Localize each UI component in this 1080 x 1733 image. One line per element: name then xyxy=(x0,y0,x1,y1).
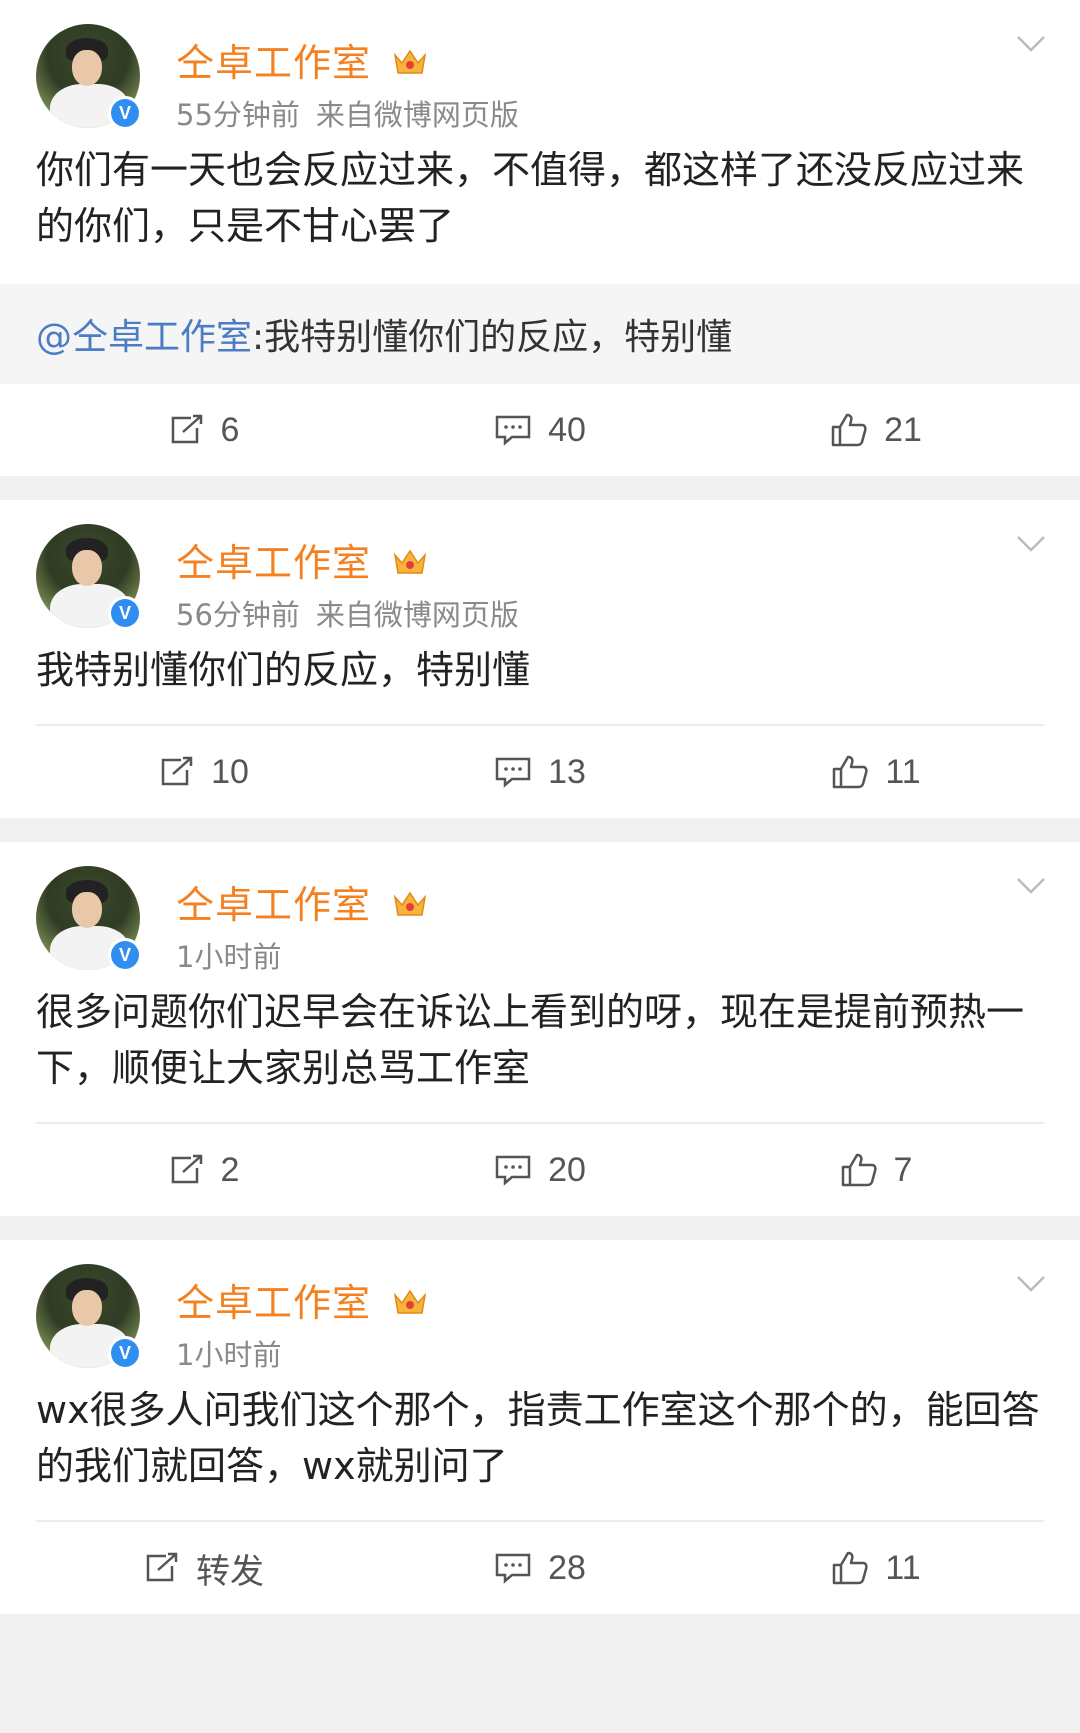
post-header: V 仝卓工作室 1小时前 xyxy=(0,1264,1080,1374)
author-name[interactable]: 仝卓工作室 xyxy=(176,532,428,587)
repost-icon xyxy=(171,1154,202,1184)
action-bar: 10 13 11 xyxy=(36,724,1044,818)
post-card: V 仝卓工作室 56分钟前 来自微博网页版 我特别懂你们的反应，特别懂 10 13 xyxy=(0,500,1080,818)
crown-icon xyxy=(393,891,427,916)
like-button[interactable]: 11 xyxy=(708,753,1044,792)
comment-icon xyxy=(495,415,531,446)
repost-button[interactable]: 6 xyxy=(36,411,372,450)
repost-button[interactable]: 转发 xyxy=(36,1544,372,1593)
action-bar: 2 20 7 xyxy=(36,1122,1044,1216)
verified-badge-icon: V xyxy=(108,938,142,972)
post-header: V 仝卓工作室 55分钟前 来自微博网页版 xyxy=(0,24,1080,134)
post-text: 我特别懂你们的反应，特别懂 xyxy=(36,648,531,692)
post-header: V 仝卓工作室 1小时前 xyxy=(0,866,1080,976)
post-meta: 1小时前 xyxy=(176,1332,281,1374)
post-card: V 仝卓工作室 55分钟前 来自微博网页版 你们有一天也会反应过来，不值得，都这样… xyxy=(0,0,1080,476)
chevron-down-icon[interactable] xyxy=(1016,876,1046,896)
post-time: 1小时前 xyxy=(176,1338,282,1372)
post-time: 55分钟前 xyxy=(176,98,300,132)
post-text: 很多问题你们迟早会在诉讼上看到的呀，现在是提前预热一下，顺便让大家别总骂工作室 xyxy=(36,990,1025,1090)
mention-link[interactable]: @仝卓工作室 xyxy=(36,317,252,358)
post-meta: 56分钟前 来自微博网页版 xyxy=(176,592,519,634)
action-bar: 6 40 21 xyxy=(36,384,1044,476)
post-time: 56分钟前 xyxy=(176,598,300,632)
crown-icon xyxy=(393,549,427,574)
comment-button[interactable]: 40 xyxy=(372,411,708,450)
thumbs-up-icon xyxy=(833,755,868,789)
author-name[interactable]: 仝卓工作室 xyxy=(176,874,428,929)
repost-icon xyxy=(161,756,193,786)
like-button[interactable]: 11 xyxy=(708,1549,1044,1588)
post-meta: 55分钟前 来自微博网页版 xyxy=(176,92,519,134)
thumbs-up-icon xyxy=(841,1153,877,1187)
verified-badge-icon: V xyxy=(108,596,142,630)
chevron-down-icon[interactable] xyxy=(1016,1274,1046,1294)
chevron-down-icon[interactable] xyxy=(1016,534,1046,554)
author-name[interactable]: 仝卓工作室 xyxy=(176,1272,428,1327)
thumbs-up-icon xyxy=(833,1551,868,1585)
repost-icon xyxy=(146,1552,178,1582)
quoted-text: :我特别懂你们的反应，特别懂 xyxy=(252,317,733,358)
chevron-down-icon[interactable] xyxy=(1016,34,1046,54)
verified-badge-icon: V xyxy=(108,96,142,130)
post-card: V 仝卓工作室 1小时前 很多问题你们迟早会在诉讼上看到的呀，现在是提前预热一下… xyxy=(0,842,1080,1216)
action-bar: 转发 28 11 xyxy=(36,1520,1044,1614)
post-header: V 仝卓工作室 56分钟前 来自微博网页版 xyxy=(0,524,1080,634)
thumbs-up-icon xyxy=(831,413,867,447)
comment-button[interactable]: 13 xyxy=(372,753,708,792)
feed: V 仝卓工作室 55分钟前 来自微博网页版 你们有一天也会反应过来，不值得，都这样… xyxy=(0,0,1080,1614)
comment-icon xyxy=(495,757,531,788)
post-meta: 1小时前 xyxy=(176,934,281,976)
post-text: wx很多人问我们这个那个，指责工作室这个那个的，能回答的我们就回答，wx就别问了 xyxy=(36,1388,1040,1488)
comment-button[interactable]: 20 xyxy=(372,1151,708,1190)
verified-badge-icon: V xyxy=(108,1336,142,1370)
post-text: 你们有一天也会反应过来，不值得，都这样了还没反应过来的你们，只是不甘心罢了 xyxy=(36,148,1025,248)
post-source: 来自微博网页版 xyxy=(315,598,519,632)
comment-icon xyxy=(495,1553,531,1584)
post-card: V 仝卓工作室 1小时前 wx很多人问我们这个那个，指责工作室这个那个的，能回答… xyxy=(0,1240,1080,1614)
repost-icon xyxy=(171,414,202,444)
quoted-post[interactable]: @仝卓工作室:我特别懂你们的反应，特别懂 xyxy=(0,284,1080,384)
author-name[interactable]: 仝卓工作室 xyxy=(176,32,428,87)
repost-button[interactable]: 10 xyxy=(36,753,372,792)
post-time: 1小时前 xyxy=(176,940,282,974)
like-button[interactable]: 7 xyxy=(708,1151,1044,1190)
crown-icon xyxy=(393,1289,427,1314)
repost-button[interactable]: 2 xyxy=(36,1151,372,1190)
like-button[interactable]: 21 xyxy=(708,411,1044,450)
comment-button[interactable]: 28 xyxy=(372,1549,708,1588)
crown-icon xyxy=(393,49,427,74)
comment-icon xyxy=(495,1155,531,1186)
post-source: 来自微博网页版 xyxy=(315,98,519,132)
